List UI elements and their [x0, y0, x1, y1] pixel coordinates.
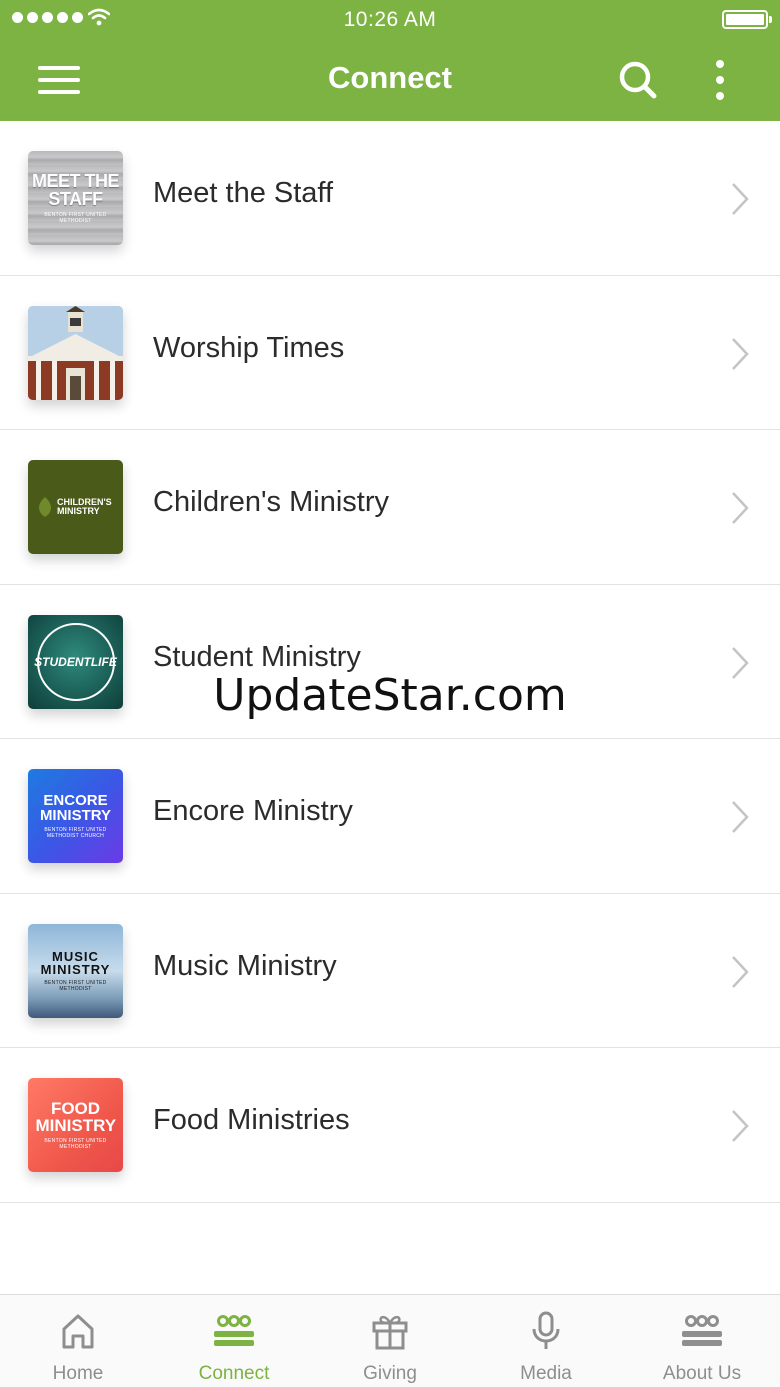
tab-home[interactable]: Home: [0, 1295, 156, 1387]
tab-label: Connect: [198, 1363, 270, 1384]
tab-label: Giving: [363, 1363, 417, 1384]
chevron-right-icon: [732, 183, 749, 215]
thumbnail-title: MUSIC MINISTRY: [40, 948, 111, 977]
thumbnail-title: FOOD MINISTRY: [35, 1099, 117, 1135]
list-item-label: Music Ministry: [153, 949, 337, 982]
status-bar: 10:26 AM: [0, 0, 780, 40]
list-item[interactable]: CHILDREN'S MINISTRY Children's Ministry: [0, 430, 780, 585]
thumbnail-image: MUSIC MINISTRY BENTON FIRST UNITED METHO…: [28, 923, 123, 1018]
tab-giving[interactable]: Giving: [312, 1295, 468, 1387]
list-item[interactable]: FOOD MINISTRY BENTON FIRST UNITED METHOD…: [0, 1048, 780, 1203]
list-item-label: Encore Ministry: [153, 795, 353, 827]
thumbnail-title: ENCORE MINISTRY: [39, 792, 112, 824]
connect-icon: [214, 1315, 254, 1346]
list-item-label: Worship Times: [153, 331, 345, 364]
people-icon: [682, 1315, 722, 1346]
connect-list: MEET THE STAFF BENTON FIRST UNITED METHO…: [0, 121, 780, 1203]
tab-about-us[interactable]: About Us: [624, 1295, 780, 1387]
chevron-right-icon: [732, 337, 749, 370]
list-item[interactable]: MEET THE STAFF BENTON FIRST UNITED METHO…: [0, 121, 780, 276]
page-title: Connect: [328, 60, 452, 95]
thumbnail-image: [28, 305, 123, 400]
tab-connect[interactable]: Connect: [156, 1295, 312, 1387]
search-icon[interactable]: [616, 58, 660, 102]
top-bar: 10:26 AM Connect: [0, 0, 780, 121]
church-image: [28, 305, 123, 400]
thumbnail-image: MEET THE STAFF BENTON FIRST UNITED METHO…: [28, 151, 123, 245]
thumbnail-subtitle: BENTON FIRST UNITED METHODIST: [44, 979, 107, 992]
thumbnail-title: STUDENTLIFE: [34, 654, 117, 669]
leaf-icon: [39, 497, 51, 517]
watermark: UpdateStar.com: [213, 670, 567, 721]
thumbnail-image: ENCORE MINISTRY BENTON FIRST UNITED METH…: [28, 769, 123, 863]
thumbnail-title: CHILDREN'S MINISTRY: [57, 497, 112, 516]
battery-icon: [722, 10, 772, 29]
list-item-label: Meet the Staff: [153, 177, 334, 209]
chevron-right-icon: [732, 955, 749, 988]
nav-bar: Connect: [0, 40, 780, 121]
tab-label: About Us: [662, 1363, 742, 1384]
thumbnail-subtitle: BENTON FIRST UNITED METHODIST: [44, 1138, 107, 1150]
thumbnail-image: CHILDREN'S MINISTRY: [28, 460, 123, 554]
microphone-icon: [532, 1311, 560, 1349]
more-vertical-icon[interactable]: [706, 58, 734, 102]
tab-bar: Home Connect Giving Media About Us: [0, 1294, 780, 1387]
gift-icon: [372, 1315, 408, 1350]
list-item[interactable]: ENCORE MINISTRY BENTON FIRST UNITED METH…: [0, 739, 780, 894]
thumbnail-subtitle: BENTON FIRST UNITED METHODIST CHURCH: [44, 827, 107, 839]
chevron-right-icon: [732, 492, 749, 524]
status-time: 10:26 AM: [343, 8, 437, 31]
list-item[interactable]: Worship Times: [0, 275, 780, 430]
thumbnail-title: MEET THE STAFF: [31, 171, 120, 209]
chevron-right-icon: [732, 801, 749, 833]
tab-label: Media: [520, 1363, 572, 1384]
chevron-right-icon: [732, 1110, 749, 1142]
list-item[interactable]: MUSIC MINISTRY BENTON FIRST UNITED METHO…: [0, 893, 780, 1048]
list-item-label: Food Ministries: [153, 1104, 350, 1136]
home-icon: [62, 1314, 94, 1349]
tab-label: Home: [52, 1363, 104, 1384]
tab-media[interactable]: Media: [468, 1295, 624, 1387]
thumbnail-subtitle: BENTON FIRST UNITED METHODIST: [44, 212, 107, 224]
list-item-label: Student Ministry: [153, 640, 361, 673]
thumbnail-image: FOOD MINISTRY BENTON FIRST UNITED METHOD…: [28, 1078, 123, 1172]
list-item-label: Children's Ministry: [153, 486, 389, 518]
